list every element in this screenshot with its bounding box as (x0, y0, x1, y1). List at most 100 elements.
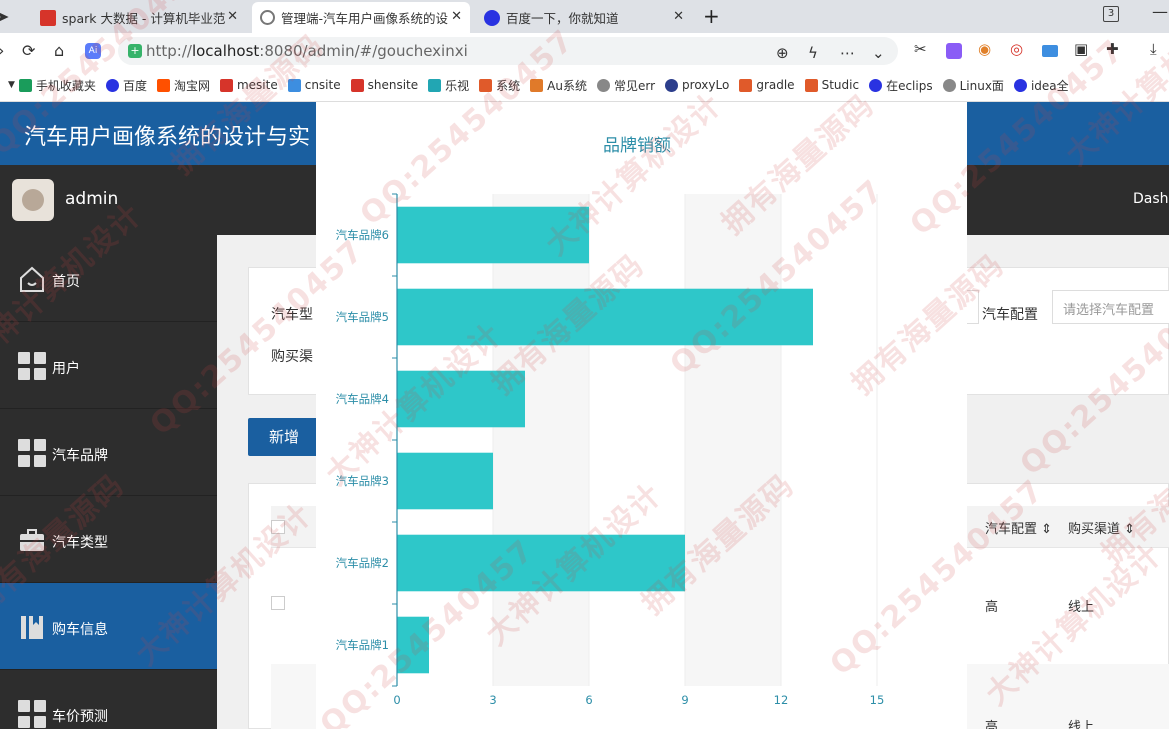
bookmark-item[interactable]: 系统 (479, 77, 520, 94)
config-select[interactable]: 请选择汽车配置 (1052, 290, 1169, 324)
mail-icon[interactable] (1042, 45, 1058, 57)
lightning-icon[interactable]: ϟ (808, 44, 818, 62)
address-toolbar: › ⟳ ⌂ Ai + http://localhost:8080/admin/#… (0, 33, 1169, 69)
chart-dialog: 品牌销额 汽车品牌1 汽车品牌2 汽车品牌3 汽车品牌4 汽车品牌5 汽车品牌6 0 3 6 9… (316, 102, 967, 729)
bookmark-item[interactable]: idea全 (1013, 77, 1069, 94)
baidu-paw-icon (869, 78, 883, 92)
browser-tab-bar: ➤ spark 大数据 - 计算机毕业范 ✕ 管理端-汽车用户画像系统的设 ✕ … (0, 0, 1169, 33)
red-flag-icon (40, 9, 56, 26)
sidebar-item-label: 汽车类型 (52, 535, 108, 551)
bar (397, 616, 429, 674)
bookmark-item[interactable]: 百度 (105, 77, 147, 94)
phone-icon (18, 78, 32, 92)
brand-sales-chart: 品牌销额 汽车品牌1 汽车品牌2 汽车品牌3 汽车品牌4 汽车品牌5 汽车品牌6 0 3 6 9… (336, 136, 885, 707)
url-text[interactable]: http://localhost:8080/admin/#/gouchexinx… (146, 42, 468, 60)
forward-icon[interactable]: › (0, 41, 4, 60)
sidebar-item-car-brand[interactable]: 汽车品牌 (0, 409, 217, 496)
table-cell: 线上 (1068, 600, 1095, 615)
new-tab-button[interactable]: + (703, 4, 720, 28)
grid-icon (18, 700, 46, 728)
table-cell: 线上 (1068, 720, 1095, 729)
y-tick-label: 汽车品牌3 (336, 474, 389, 488)
weibo-icon[interactable]: ◎ (1010, 40, 1023, 58)
close-icon[interactable]: ✕ (673, 9, 684, 24)
dashboard-link[interactable]: Dashb (1133, 191, 1169, 207)
globe-icon (942, 78, 956, 92)
bookmark-item[interactable]: 淘宝网 (156, 77, 210, 94)
x-tick-label: 0 (393, 693, 400, 707)
x-tick-label: 6 (585, 693, 592, 707)
close-icon[interactable]: ✕ (451, 9, 462, 24)
secure-page-icon: + (128, 44, 142, 58)
bookmark-item[interactable]: Au系统 (530, 77, 587, 94)
bookmark-item[interactable]: proxyLo (665, 78, 729, 92)
reload-icon[interactable]: ⟳ (22, 41, 35, 60)
username[interactable]: admin (65, 189, 118, 209)
more-icon[interactable]: ⋯ (840, 44, 855, 62)
bookmark-item[interactable]: 在eclips (869, 77, 933, 94)
row-checkbox[interactable] (271, 596, 285, 610)
home-icon[interactable]: ⌂ (54, 41, 64, 60)
sidebar-item-label: 首页 (52, 274, 80, 290)
x-tick-label: 15 (870, 693, 885, 707)
screenshot-icon[interactable]: ▣ (1074, 40, 1088, 58)
sidebar-item-purchase-info[interactable]: 购车信息 (0, 583, 217, 670)
gamepad-icon[interactable]: ◉ (978, 40, 991, 58)
y-tick-label: 汽车品牌1 (336, 638, 389, 652)
minimize-icon[interactable]: — (1152, 2, 1168, 21)
table-cell: 高 (985, 600, 999, 615)
avatar[interactable] (12, 179, 54, 221)
sidebar-item-price-forecast[interactable]: 车价预测 (0, 670, 217, 729)
grid-icon (18, 352, 46, 380)
sidebar-item-users[interactable]: 用户 (0, 322, 217, 409)
bookmark-item[interactable]: 手机收藏夹 (18, 77, 96, 94)
bookmark-item[interactable]: mesite (219, 78, 278, 92)
browser-tab-3[interactable]: 百度一下，你就知道 ✕ (476, 2, 692, 33)
baidu-paw-icon (484, 9, 500, 26)
bookmark-item[interactable]: shensite (350, 78, 418, 92)
url-bar[interactable]: + http://localhost:8080/admin/#/gouchexi… (118, 37, 898, 65)
telegram-icon[interactable]: ➤ (0, 7, 9, 26)
scissors-icon[interactable]: ✂ (914, 40, 927, 58)
translate-icon[interactable] (946, 43, 962, 59)
add-button[interactable]: 新增 (248, 418, 320, 456)
bookmark-item[interactable]: Linux面 (942, 77, 1004, 94)
select-all-checkbox[interactable] (271, 520, 285, 534)
play-icon (287, 78, 301, 92)
close-icon[interactable]: ✕ (227, 9, 238, 24)
y-tick-label: 汽车品牌4 (336, 392, 389, 406)
bookmark-item[interactable]: Studic (804, 78, 859, 92)
tab-count-badge[interactable]: 3 (1103, 6, 1119, 22)
browser-tab-2[interactable]: 管理端-汽车用户画像系统的设 ✕ (252, 2, 470, 33)
sidebar-item-home[interactable]: 首页 (0, 235, 217, 322)
bar (397, 206, 589, 264)
bookmark-item[interactable]: 常见err (597, 77, 655, 94)
bookmark-item[interactable]: 乐视 (428, 77, 469, 94)
baidu-paw-icon (1013, 78, 1027, 92)
proxy-icon (665, 78, 679, 92)
download-icon[interactable]: ⤓ (1150, 40, 1157, 58)
chart-title: 品牌销额 (603, 136, 671, 156)
x-tick-label: 3 (489, 693, 496, 707)
grid-icon (18, 439, 46, 467)
ai-icon[interactable]: Ai (85, 43, 101, 59)
book-icon (21, 616, 43, 639)
table-header-cell[interactable]: 购买渠道 ⇕ (1068, 518, 1135, 537)
home-icon (20, 266, 44, 292)
zoom-icon[interactable]: ⊕ (776, 44, 789, 62)
table-header-cell[interactable]: 汽车配置 ⇕ (985, 518, 1052, 537)
extensions-icon[interactable]: ✚ (1106, 40, 1119, 58)
bar (397, 288, 813, 346)
globe-icon (597, 78, 610, 92)
channel-label: 购买渠 (271, 349, 313, 365)
chevron-down-icon[interactable]: ▼ (8, 80, 15, 90)
sidebar-item-car-type[interactable]: 汽车类型 (0, 496, 217, 583)
y-tick-label: 汽车品牌6 (336, 228, 389, 242)
grid-band (493, 194, 589, 686)
chevron-down-icon[interactable]: ⌄ (872, 44, 885, 62)
red-flag-icon (219, 78, 233, 92)
grid-band (685, 194, 781, 686)
browser-tab-1[interactable]: spark 大数据 - 计算机毕业范 ✕ (32, 2, 246, 33)
bookmark-item[interactable]: gradle (739, 78, 795, 92)
bookmark-item[interactable]: cnsite (287, 78, 341, 92)
